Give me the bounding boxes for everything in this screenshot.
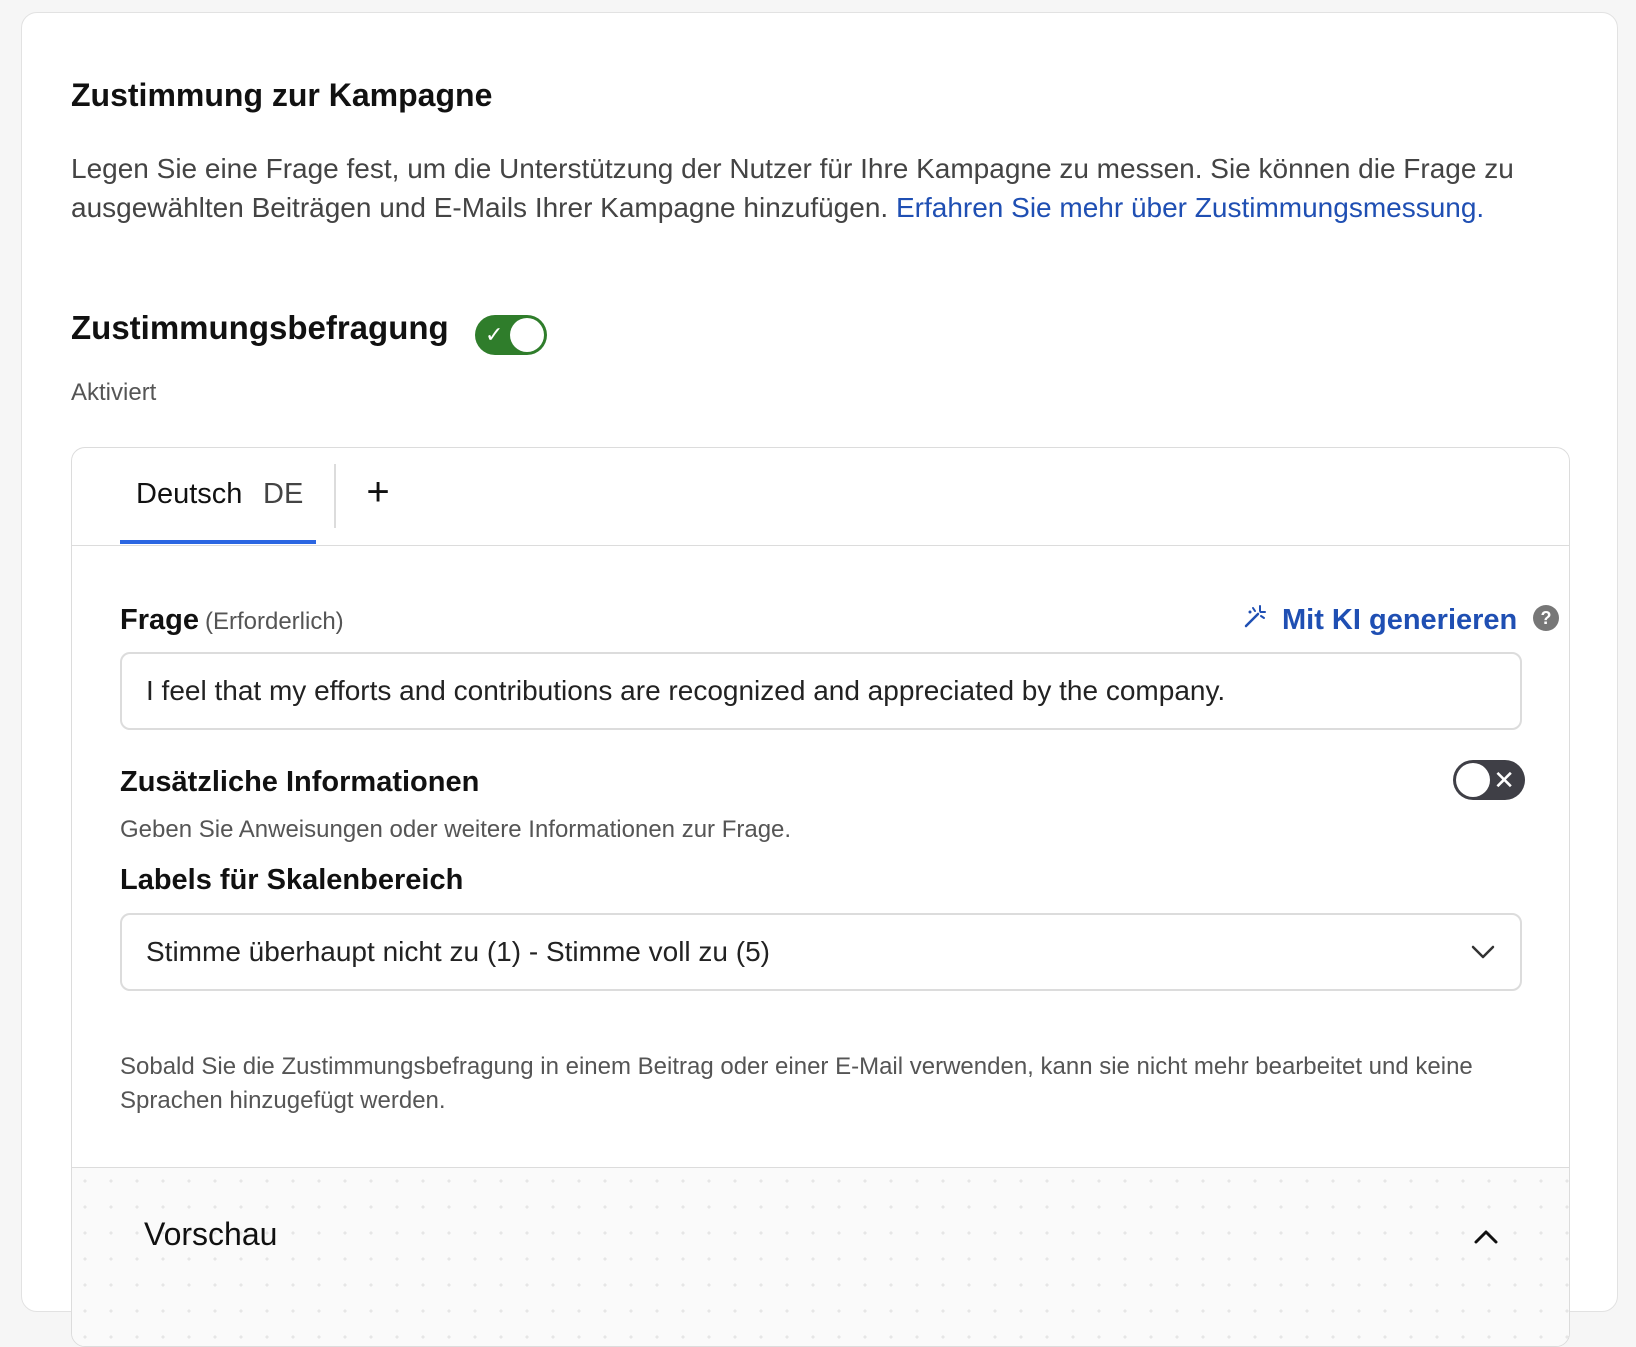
preview-section: Vorschau — [72, 1167, 1569, 1346]
question-panel: Deutsch DE + Frage (Erforderlich) Mit KI … — [71, 447, 1570, 1347]
generate-with-ai-button[interactable]: Mit KI generieren — [1242, 600, 1517, 640]
chevron-down-icon — [1471, 945, 1495, 959]
close-icon: ✕ — [1493, 765, 1515, 795]
edit-lock-note: Sobald Sie die Zustimmungsbefragung in e… — [120, 1053, 1473, 1114]
generate-with-ai-label: Mit KI generieren — [1282, 603, 1518, 636]
scale-labels-title: Labels für Skalenbereich — [120, 864, 464, 896]
tab-language-code: DE — [263, 478, 304, 510]
survey-status: Aktiviert — [71, 379, 157, 406]
toggle-knob — [1456, 763, 1490, 797]
question-label-text: Frage — [120, 604, 199, 636]
learn-more-link[interactable]: Erfahren Sie mehr über Zustimmungsmessun… — [896, 192, 1484, 223]
preview-title: Vorschau — [144, 1216, 278, 1252]
additional-info-description: Geben Sie Anweisungen oder weitere Infor… — [120, 816, 792, 843]
tab-divider — [334, 464, 336, 528]
language-tabs: Deutsch DE + — [72, 448, 1569, 546]
help-icon[interactable]: ? — [1533, 605, 1559, 631]
chevron-up-icon[interactable] — [1471, 1222, 1501, 1252]
scale-selected-value: Stimme überhaupt nicht zu (1) - Stimme v… — [146, 936, 770, 967]
required-hint: (Erforderlich) — [204, 608, 344, 635]
add-language-button[interactable]: + — [356, 470, 400, 514]
section-description: Legen Sie eine Frage fest, um die Unters… — [71, 149, 1591, 227]
additional-info-title: Zusätzliche Informationen — [120, 766, 480, 798]
question-label: Frage (Erforderlich) — [120, 604, 344, 637]
scale-labels-select[interactable]: Stimme überhaupt nicht zu (1) - Stimme v… — [120, 913, 1522, 991]
toggle-knob — [510, 318, 544, 352]
question-input[interactable]: I feel that my efforts and contributions… — [120, 652, 1522, 730]
tab-language-name: Deutsch — [136, 478, 243, 510]
survey-title: Zustimmungsbefragung — [71, 309, 449, 346]
survey-toggle[interactable]: ✓ — [475, 315, 547, 355]
tab-deutsch[interactable]: Deutsch DE — [120, 448, 316, 544]
additional-info-toggle[interactable]: ✕ — [1453, 760, 1525, 800]
check-icon: ✓ — [485, 322, 504, 347]
section-title: Zustimmung zur Kampagne — [71, 77, 493, 113]
magic-wand-icon — [1242, 604, 1268, 637]
campaign-consent-card: Zustimmung zur Kampagne Legen Sie eine F… — [21, 12, 1618, 1347]
